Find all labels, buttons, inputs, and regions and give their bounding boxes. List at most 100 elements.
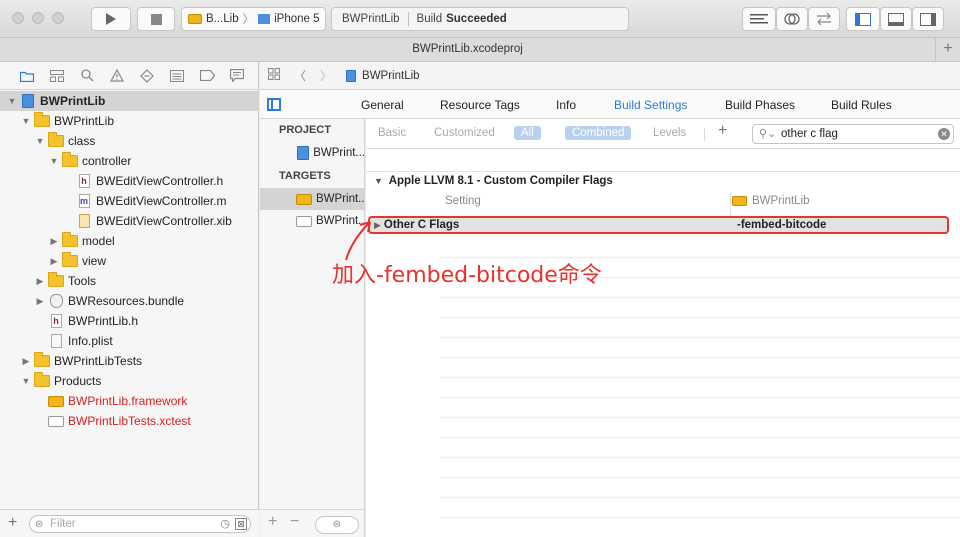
right-panel-icon xyxy=(920,12,936,26)
disclosure-down-icon[interactable]: ▼ xyxy=(48,156,60,166)
file-tree-item[interactable]: ▶BWEditViewController.xib xyxy=(0,211,259,231)
file-tree-item[interactable]: ▶ Tools xyxy=(0,271,259,291)
test-bundle-icon xyxy=(48,414,64,428)
file-tree-item[interactable]: ▶ BWPrintLibTests xyxy=(0,351,259,371)
settings-group-header[interactable]: ▼ Apple LLVM 8.1 - Custom Compiler Flags xyxy=(374,175,613,187)
related-items-icon[interactable] xyxy=(268,68,280,83)
targets-header: TARGETS xyxy=(279,170,331,182)
close-window-button[interactable] xyxy=(12,12,24,24)
add-file-button[interactable]: + xyxy=(8,514,17,532)
settings-search-field[interactable]: ⚲⌄ other c flag ✕ xyxy=(752,124,954,144)
disclosure-right-icon[interactable]: ▶ xyxy=(34,276,46,287)
file-tree-item[interactable]: ▶BWPrintLibTests.xctest xyxy=(0,411,259,431)
other-c-flags-row[interactable]: ▶ Other C Flags -fembed-bitcode xyxy=(368,216,949,234)
folder-icon[interactable] xyxy=(12,70,42,82)
test-diamond-icon[interactable] xyxy=(132,68,162,83)
disclosure-right-icon[interactable]: ▶ xyxy=(48,236,60,247)
project-item[interactable]: BWPrint... xyxy=(260,142,365,164)
report-icon[interactable] xyxy=(222,69,252,82)
breadcrumb[interactable]: BWPrintLib xyxy=(346,69,420,82)
settings-filter-bar: Basic Customized All Combined Levels + ⚲… xyxy=(366,119,960,149)
search-icon[interactable] xyxy=(72,69,102,82)
filter-scm-icon[interactable]: ⊠ xyxy=(235,518,247,530)
new-tab-button[interactable]: + xyxy=(935,38,960,62)
table-gridline xyxy=(440,517,960,518)
filter-basic[interactable]: Basic xyxy=(378,127,406,139)
file-tree-item[interactable]: ▶hBWEditViewController.h xyxy=(0,171,259,191)
activity-status: Succeeded xyxy=(446,13,507,25)
disclosure-down-icon[interactable]: ▼ xyxy=(20,116,32,126)
file-tree-item[interactable]: ▼ controller xyxy=(0,151,259,171)
disclosure-right-icon[interactable]: ▶ xyxy=(48,256,60,267)
navigator-filter-field[interactable]: ⊜ Filter ◷ ⊠ xyxy=(29,515,251,533)
file-tree-item-label: BWPrintLib xyxy=(54,114,115,128)
file-tree-item-label: class xyxy=(68,134,96,148)
disclosure-down-icon[interactable]: ▼ xyxy=(20,376,32,386)
forward-arrow-icon[interactable]: 〉 xyxy=(320,67,332,84)
scheme-target: B...Lib xyxy=(206,13,239,25)
table-gridline xyxy=(440,357,960,358)
filter-combined[interactable]: Combined xyxy=(565,126,632,140)
debug-gauge-icon[interactable] xyxy=(162,69,192,82)
run-button[interactable] xyxy=(91,7,131,31)
file-tree-item[interactable]: ▼ BWPrintLib xyxy=(0,111,259,131)
disclosure-down-icon[interactable]: ▼ xyxy=(6,96,18,106)
target-item-framework[interactable]: BWPrint... xyxy=(260,188,365,210)
filter-levels[interactable]: Levels xyxy=(653,127,686,139)
toggle-navigator-button[interactable] xyxy=(846,7,880,31)
file-tree-item-label: model xyxy=(82,234,115,248)
remove-target-button[interactable]: − xyxy=(290,513,299,531)
assistant-editor-button[interactable] xyxy=(776,7,808,31)
file-tree-item[interactable]: ▼ BWPrintLib xyxy=(0,91,259,111)
stop-icon xyxy=(150,13,162,25)
clear-search-icon[interactable]: ✕ xyxy=(938,128,950,140)
file-tree-item[interactable]: ▶Info.plist xyxy=(0,331,259,351)
recent-files-icon[interactable]: ◷ xyxy=(220,516,230,532)
file-tree-item[interactable]: ▶ view xyxy=(0,251,259,271)
filter-all[interactable]: All xyxy=(514,126,541,140)
disclosure-right-icon[interactable]: ▶ xyxy=(34,296,46,307)
file-tree-item[interactable]: ▼ Products xyxy=(0,371,259,391)
warning-icon[interactable] xyxy=(102,69,132,82)
file-tree-item[interactable]: ▶ model xyxy=(0,231,259,251)
tab-build-rules[interactable]: Build Rules xyxy=(831,98,892,112)
search-icon: ⚲⌄ xyxy=(759,128,777,140)
toggle-utilities-button[interactable] xyxy=(912,7,944,31)
table-gridline xyxy=(440,457,960,458)
add-build-setting-button[interactable]: + xyxy=(718,122,727,140)
file-tree-item[interactable]: ▶ BWResources.bundle xyxy=(0,291,259,311)
version-editor-button[interactable] xyxy=(808,7,840,31)
file-tree-item[interactable]: ▶hBWPrintLib.h xyxy=(0,311,259,331)
setting-value[interactable]: -fembed-bitcode xyxy=(737,219,826,231)
filter-customized[interactable]: Customized xyxy=(434,127,495,139)
show-targets-list-icon[interactable] xyxy=(267,98,281,111)
minimize-window-button[interactable] xyxy=(32,12,44,24)
disclosure-down-icon[interactable]: ▼ xyxy=(34,136,46,146)
file-tree-item-label: Tools xyxy=(68,274,97,288)
back-arrow-icon[interactable]: 〈 xyxy=(294,67,306,84)
breakpoint-icon[interactable] xyxy=(192,70,222,81)
file-tree-item[interactable]: ▼ class xyxy=(0,131,259,151)
toolbox-icon xyxy=(188,14,202,24)
table-gridline xyxy=(440,477,960,478)
targets-filter-field[interactable]: ⊜ xyxy=(315,516,359,534)
stop-button[interactable] xyxy=(137,7,175,31)
tab-info[interactable]: Info xyxy=(556,98,576,112)
file-tree-item[interactable]: ▶BWPrintLib.framework xyxy=(0,391,259,411)
add-target-button[interactable]: + xyxy=(268,513,277,531)
zoom-window-button[interactable] xyxy=(52,12,64,24)
tab-title[interactable]: BWPrintLib.xcodeproj xyxy=(0,43,935,55)
standard-editor-button[interactable] xyxy=(742,7,776,31)
file-tree-item[interactable]: ▶mBWEditViewController.m xyxy=(0,191,259,211)
navigator-footer: + ⊜ Filter ◷ ⊠ xyxy=(0,509,259,537)
tab-build-phases[interactable]: Build Phases xyxy=(725,98,795,112)
scheme-selector[interactable]: B...Lib 〉 iPhone 5 xyxy=(181,7,326,31)
file-tree-item-label: controller xyxy=(82,154,132,168)
tab-resource-tags[interactable]: Resource Tags xyxy=(440,98,520,112)
tab-general[interactable]: General xyxy=(361,98,404,112)
hierarchy-icon[interactable] xyxy=(42,69,72,82)
plist-file-icon xyxy=(48,334,64,348)
disclosure-right-icon[interactable]: ▶ xyxy=(20,356,32,367)
tab-build-settings[interactable]: Build Settings xyxy=(614,98,687,112)
toggle-debug-area-button[interactable] xyxy=(880,7,912,31)
